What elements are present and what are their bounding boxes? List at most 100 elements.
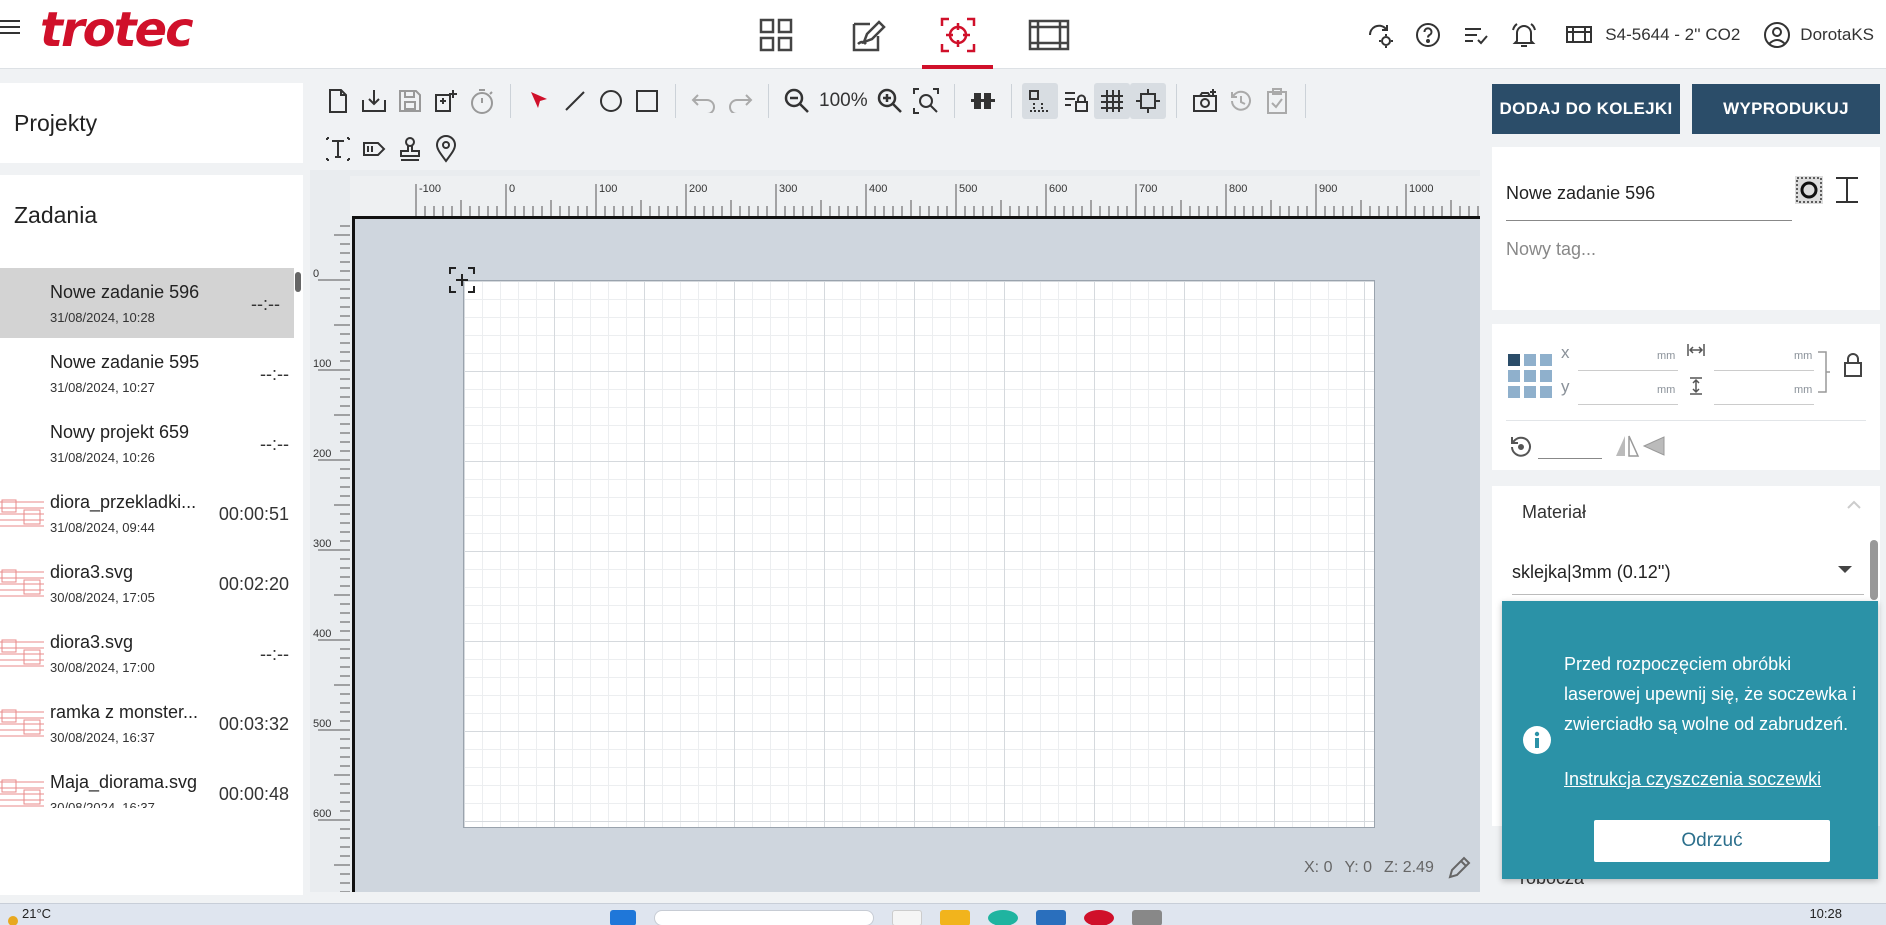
file-explorer-icon[interactable] [940,910,970,925]
save-icon[interactable] [392,83,428,119]
x-label: x [1561,343,1570,362]
width-input[interactable] [1714,370,1814,371]
chevron-up-icon[interactable] [1846,500,1862,510]
job-list: Nowe zadanie 596 31/08/2024, 10:28 --:-- No… [0,268,303,808]
task-view-icon[interactable] [892,910,922,925]
coord-y: Y: 0 [1344,859,1373,876]
job-list-item[interactable]: diora3.svg 30/08/2024, 17:05 00:02:20 [0,548,303,618]
height-input[interactable] [1714,404,1814,405]
job-list-item[interactable]: Nowy projekt 659 31/08/2024, 10:26 --:-- [0,408,303,478]
user-menu[interactable]: DorotaKS [1762,20,1874,50]
target-icon [940,17,975,52]
nav-dashboard[interactable] [730,0,821,69]
align-icon[interactable] [965,83,1001,119]
job-list-item[interactable]: diora_przekladki... 31/08/2024, 09:44 00:0… [0,478,303,548]
nav-designer[interactable] [821,0,912,69]
camera-add-icon[interactable] [1187,83,1223,119]
import-icon[interactable] [356,83,392,119]
notifications-bell-icon[interactable] [1503,14,1545,56]
line-tool-icon[interactable] [557,83,593,119]
job-canvas-grid[interactable] [463,280,1375,828]
ruler-tick-label: 0 [509,183,515,195]
job-list-item[interactable]: ramka z monster... 30/08/2024, 16:37 00:03… [0,688,303,758]
anchor-grid-icon[interactable] [1508,354,1552,398]
snap-center-icon[interactable] [1129,83,1166,119]
lock-objects-icon[interactable] [1058,83,1094,119]
grid-icon [759,18,792,51]
job-list-item[interactable]: Nowe zadanie 596 31/08/2024, 10:28 --:-- [0,268,294,338]
engrave-mode-icon[interactable] [1794,175,1824,205]
distribute-icon[interactable] [1021,83,1058,119]
location-pin-icon[interactable] [428,131,464,167]
job-date: 31/08/2024, 10:28 [50,310,155,325]
job-name-field[interactable]: Nowe zadanie 596 [1506,175,1792,221]
lens-cleaning-instructions-link[interactable]: Instrukcja czyszczenia soczewki [1564,769,1821,790]
job-duration: 00:00:51 [218,504,289,524]
right-panel-scrollbar[interactable] [1870,540,1878,600]
origin-marker-icon[interactable] [448,266,476,294]
material-select[interactable]: sklejka|3mm (0.12'') [1512,562,1671,583]
job-thumbnail [0,779,44,807]
hamburger-menu-icon[interactable] [0,16,22,40]
link-bracket-icon [1818,351,1830,393]
ellipse-tool-icon[interactable] [593,83,629,119]
new-file-icon[interactable] [320,83,356,119]
barcode-tag-icon[interactable] [356,131,392,167]
pinned-app-icon[interactable] [1132,910,1162,925]
add-to-job-icon[interactable] [428,83,464,119]
timer-icon[interactable] [464,83,500,119]
edge-browser-icon[interactable] [988,910,1018,925]
pencil-edit-icon[interactable] [1446,855,1472,881]
flip-horizontal-icon[interactable] [1614,434,1640,458]
canvas-toolbar: 100% [320,80,1320,170]
jobs-header[interactable]: Zadania [0,175,303,255]
stamp-icon[interactable] [392,131,428,167]
job-name: ramka z monster... [50,702,199,722]
clipboard-check-icon[interactable] [1259,83,1295,119]
job-list-item[interactable]: Nowe zadanie 595 31/08/2024, 10:27 --:-- [0,338,303,408]
rotation-input[interactable] [1538,458,1602,459]
y-input[interactable] [1578,404,1678,405]
windows-start-icon[interactable] [610,910,636,925]
laser-machine-icon [1566,25,1593,43]
taskbar-search[interactable] [654,910,874,925]
projects-header[interactable]: Projekty [0,83,303,163]
ruler-tick-label: 200 [689,183,707,195]
lock-aspect-icon[interactable] [1842,352,1864,378]
store-icon[interactable] [1036,910,1066,925]
nav-production[interactable] [1003,0,1094,69]
job-list-item[interactable]: Maja_diorama.svg 30/08/2024, 16:37 00:00:4… [0,758,303,808]
help-icon[interactable] [1407,14,1449,56]
nav-job-preparation[interactable] [912,0,1003,69]
weather-icon[interactable] [8,916,18,925]
flip-vertical-icon[interactable] [1642,434,1668,458]
text-tool-icon[interactable] [320,131,356,167]
zoom-fit-icon[interactable] [908,83,944,119]
dropdown-caret-icon[interactable] [1838,566,1852,573]
job-date: 31/08/2024, 10:26 [50,450,155,465]
add-to-queue-button[interactable]: DODAJ DO KOLEJKI [1492,84,1680,134]
zoom-out-icon[interactable] [779,83,815,119]
toolbar-separator [768,84,769,118]
task-list-icon[interactable] [1455,14,1497,56]
produce-button[interactable]: WYPRODUKUJ [1692,84,1880,134]
job-list-item[interactable]: diora3.svg 30/08/2024, 17:00 --:-- [0,618,303,688]
rotate-icon[interactable] [1506,432,1536,462]
height-mode-icon[interactable] [1832,175,1862,205]
rectangle-tool-icon[interactable] [629,83,665,119]
redo-icon[interactable] [722,83,758,119]
x-input[interactable] [1578,370,1678,371]
undo-icon[interactable] [686,83,722,119]
zoom-in-icon[interactable] [872,83,908,119]
refresh-settings-icon[interactable] [1359,14,1401,56]
trotec-app-icon[interactable] [1084,910,1114,925]
tag-input[interactable]: Nowy tag... [1506,239,1596,260]
dismiss-button[interactable]: Odrzuć [1594,820,1830,862]
grid-toggle-icon[interactable] [1093,83,1130,119]
machine-selector[interactable]: S4-5644 - 2'' CO2 [1565,24,1740,46]
job-date: 30/08/2024, 16:37 [50,800,155,808]
history-icon[interactable] [1223,83,1259,119]
job-list-scrollbar[interactable] [295,268,301,808]
select-pointer-icon[interactable] [521,83,557,119]
notification-message: Przed rozpoczęciem obróbki laserowej upe… [1564,654,1857,734]
